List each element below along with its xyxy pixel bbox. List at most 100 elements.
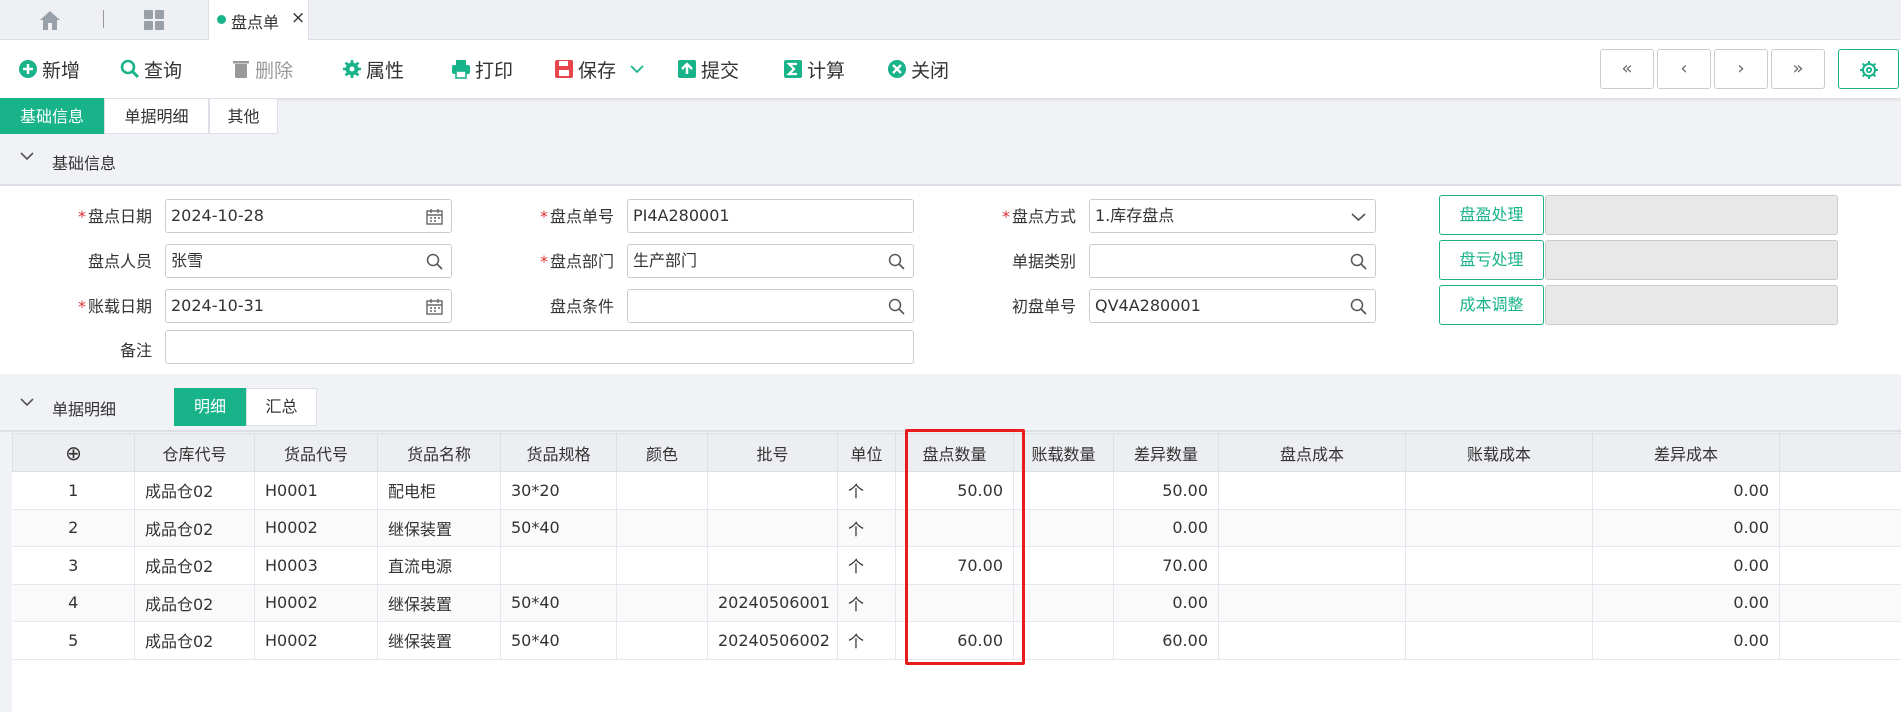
cell-count-qty[interactable]: 60.00 [895,621,1014,660]
column-header[interactable]: 盘点数量 [895,433,1014,472]
chevron-down-icon[interactable] [1350,208,1367,225]
apps-grid-icon[interactable] [143,9,165,31]
cell-unit[interactable]: 个 [837,509,896,547]
home-icon[interactable] [38,9,62,31]
cost-adjustment-button[interactable]: 成本调整 [1439,285,1544,325]
column-header[interactable]: 差异成本 [1592,433,1780,472]
count-person-field[interactable]: 张雪 [165,244,452,278]
search-icon[interactable] [426,253,443,270]
cell-color[interactable] [616,546,708,585]
cell-diff-qty[interactable]: 0.00 [1113,509,1219,547]
remark-field[interactable] [165,330,914,364]
cell-item-name[interactable]: 继保装置 [377,621,501,660]
cell-item-name[interactable]: 配电柜 [377,471,501,510]
cell-batch-no[interactable]: 20240506001 [707,584,838,622]
column-header[interactable]: 货品代号 [254,433,378,472]
cell-batch-no[interactable] [707,471,838,510]
cell-color[interactable] [616,584,708,622]
query-button[interactable]: 查询 [120,55,182,83]
cell-warehouse[interactable]: 成品仓02 [134,621,255,660]
calendar-icon[interactable] [426,298,443,315]
add-button[interactable]: 新增 [18,55,80,83]
cell-diff-cost[interactable]: 0.00 [1592,621,1780,660]
cell-count-cost[interactable] [1218,471,1406,510]
column-header[interactable]: 盘点成本 [1218,433,1406,472]
profit-processing-button[interactable]: 盘盈处理 [1439,195,1544,235]
cell-diff-cost[interactable]: 0.00 [1592,509,1780,547]
cell-book-qty[interactable] [1013,546,1114,585]
first-record-button[interactable]: « [1600,49,1654,89]
cell-item-spec[interactable] [500,546,617,585]
cell-diff-cost[interactable]: 0.00 [1592,546,1780,585]
cell-diff-qty[interactable]: 60.00 [1113,621,1219,660]
cell-item-code[interactable]: H0002 [254,621,378,660]
cell-book-cost[interactable] [1405,621,1593,660]
submit-button[interactable]: 提交 [677,55,739,83]
cell-count-cost[interactable] [1218,621,1406,660]
calculate-button[interactable]: 计算 [783,55,845,83]
search-icon[interactable] [1350,298,1367,315]
cell-count-qty[interactable] [895,584,1014,622]
cell-unit[interactable]: 个 [837,546,896,585]
table-row[interactable]: 3 成品仓02 H0003 直流电源 个 70.00 70.00 0.00 [12,546,1901,585]
cell-count-qty[interactable]: 70.00 [895,546,1014,585]
column-header[interactable]: 货品名称 [377,433,501,472]
cell-diff-qty[interactable]: 70.00 [1113,546,1219,585]
cell-book-qty[interactable] [1013,509,1114,547]
count-method-select[interactable]: 1.库存盘点 [1089,199,1376,233]
basic-info-section-header[interactable]: 基础信息 [0,136,1901,186]
count-condition-field[interactable] [627,289,914,323]
cell-warehouse[interactable]: 成品仓02 [134,584,255,622]
cell-warehouse[interactable]: 成品仓02 [134,546,255,585]
initial-count-no-field[interactable]: QV4A280001 [1089,289,1376,323]
tab-summary[interactable]: 汇总 [246,388,317,426]
tab-detail[interactable]: 明细 [174,388,246,426]
table-row[interactable]: 1 成品仓02 H0001 配电柜 30*20 个 50.00 50.00 0.… [12,471,1901,510]
loss-processing-button[interactable]: 盘亏处理 [1439,240,1544,280]
cell-diff-cost[interactable]: 0.00 [1592,584,1780,622]
cell-batch-no[interactable] [707,546,838,585]
tab-other[interactable]: 其他 [209,98,278,134]
calendar-icon[interactable] [426,208,443,225]
column-header[interactable]: 单位 [837,433,896,472]
cell-color[interactable] [616,471,708,510]
cell-item-code[interactable]: H0002 [254,584,378,622]
add-row-header[interactable]: ⊕ [12,433,135,472]
doc-type-field[interactable] [1089,244,1376,278]
chevron-down-icon[interactable] [630,64,644,74]
count-dept-field[interactable]: 生产部门 [627,244,914,278]
cell-book-cost[interactable] [1405,546,1593,585]
cell-book-cost[interactable] [1405,584,1593,622]
cell-color[interactable] [616,621,708,660]
cell-item-spec[interactable]: 50*40 [500,621,617,660]
cell-book-qty[interactable] [1013,584,1114,622]
last-record-button[interactable]: » [1771,49,1825,89]
cell-diff-qty[interactable]: 0.00 [1113,584,1219,622]
cell-count-cost[interactable] [1218,584,1406,622]
cell-count-qty[interactable]: 50.00 [895,471,1014,510]
cell-item-name[interactable]: 直流电源 [377,546,501,585]
settings-button[interactable] [1838,49,1899,89]
cell-item-name[interactable]: 继保装置 [377,509,501,547]
cell-warehouse[interactable]: 成品仓02 [134,509,255,547]
cell-book-cost[interactable] [1405,509,1593,547]
close-tab-icon[interactable]: × [291,8,305,28]
column-header[interactable]: 货品规格 [500,433,617,472]
cell-item-code[interactable]: H0001 [254,471,378,510]
cell-item-code[interactable]: H0002 [254,509,378,547]
count-date-field[interactable]: 2024-10-28 [165,199,452,233]
cell-item-name[interactable]: 继保装置 [377,584,501,622]
search-icon[interactable] [1350,253,1367,270]
table-row[interactable]: 4 成品仓02 H0002 继保装置 50*40 20240506001 个 0… [12,584,1901,622]
count-no-field[interactable]: PI4A280001 [627,199,914,233]
tab-basic-info[interactable]: 基础信息 [0,98,104,134]
cell-diff-qty[interactable]: 50.00 [1113,471,1219,510]
cell-count-qty[interactable] [895,509,1014,547]
column-header[interactable]: 仓库代号 [134,433,255,472]
cell-color[interactable] [616,509,708,547]
tab-inventory-count[interactable]: 盘点单 × [208,0,309,40]
search-icon[interactable] [888,298,905,315]
column-header[interactable]: 账载数量 [1013,433,1114,472]
cell-count-cost[interactable] [1218,546,1406,585]
tab-document-details[interactable]: 单据明细 [104,98,209,134]
